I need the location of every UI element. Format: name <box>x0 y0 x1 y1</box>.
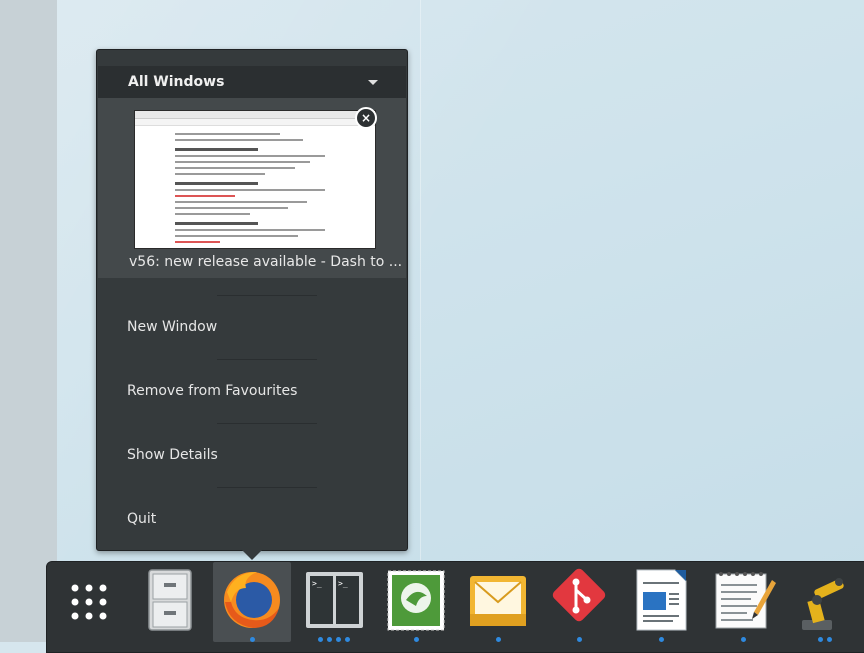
mail-launcher[interactable] <box>459 562 537 642</box>
menu-separator <box>217 359 317 360</box>
git-launcher[interactable] <box>540 562 618 642</box>
writer-launcher[interactable] <box>622 562 700 642</box>
running-indicator <box>704 634 782 642</box>
robot-arm-icon <box>802 578 844 630</box>
svg-text:>_: >_ <box>312 579 322 588</box>
running-indicator <box>540 634 618 642</box>
menu-separator <box>217 423 317 424</box>
window-title: v56: new release available - Dash to ... <box>129 254 403 270</box>
running-indicator <box>622 634 700 642</box>
quit-item[interactable]: Quit <box>127 511 156 527</box>
dock: >_ >_ <box>46 561 864 653</box>
wallpaper-line <box>420 0 421 560</box>
git-icon <box>552 568 606 622</box>
all-windows-header[interactable]: All Windows <box>98 66 406 98</box>
window-thumbnail[interactable] <box>134 110 376 249</box>
grid-icon <box>71 584 107 620</box>
firefox-launcher[interactable] <box>213 562 291 642</box>
running-indicator <box>295 634 373 642</box>
remove-from-favourites-item[interactable]: Remove from Favourites <box>127 383 297 399</box>
menu-pointer <box>241 549 263 560</box>
chevron-down-icon[interactable] <box>368 80 378 85</box>
firefox-icon <box>224 572 280 628</box>
terminal-icon: >_ >_ <box>306 572 363 628</box>
document-icon <box>636 569 687 631</box>
notepad-icon <box>715 572 776 629</box>
files-launcher[interactable] <box>131 562 209 642</box>
terminal-launcher[interactable]: >_ >_ <box>295 562 373 642</box>
running-indicator <box>213 634 291 642</box>
envelope-icon <box>470 576 526 626</box>
app-context-menu: All Windows × v56: new release available… <box>96 49 408 551</box>
svg-text:>_: >_ <box>338 579 348 588</box>
filing-cabinet-icon <box>148 569 192 631</box>
show-applications-button[interactable] <box>50 562 128 642</box>
all-windows-label: All Windows <box>128 74 225 90</box>
running-indicator <box>377 634 455 642</box>
robot-arm-launcher[interactable] <box>786 562 864 642</box>
mail-stamp-launcher[interactable] <box>377 562 455 642</box>
show-details-item[interactable]: Show Details <box>127 447 218 463</box>
stamp-icon <box>387 570 445 631</box>
running-indicator <box>786 634 864 642</box>
running-indicator <box>459 634 537 642</box>
menu-separator <box>217 487 317 488</box>
new-window-item[interactable]: New Window <box>127 319 217 335</box>
text-editor-launcher[interactable] <box>704 562 782 642</box>
desktop-edge <box>0 0 57 642</box>
window-preview[interactable]: × v56: new release available - Dash to .… <box>98 98 406 278</box>
close-window-icon[interactable]: × <box>355 107 377 129</box>
menu-separator <box>217 295 317 296</box>
